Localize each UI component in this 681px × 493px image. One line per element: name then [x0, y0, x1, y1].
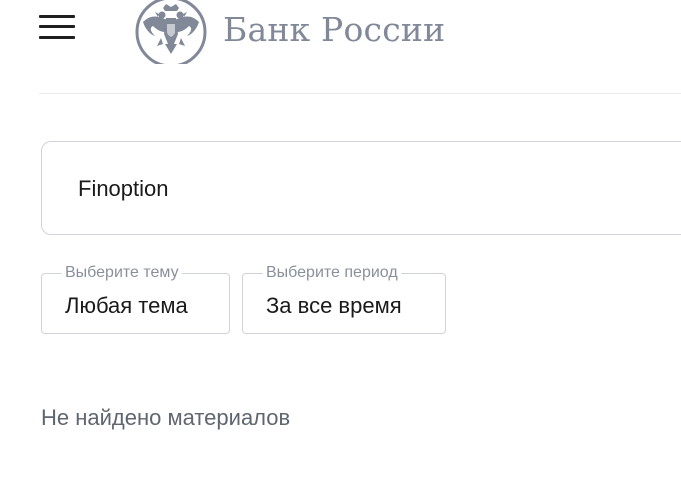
- topic-select-value: Любая тема: [65, 293, 188, 318]
- menu-bar: [39, 15, 75, 18]
- period-select-value: За все время: [266, 293, 402, 318]
- bank-logo-link[interactable]: Банк России: [133, 0, 445, 64]
- menu-bar: [39, 25, 75, 28]
- hamburger-menu-icon[interactable]: [39, 14, 75, 40]
- topic-select[interactable]: Выберите тему Любая тема: [41, 264, 230, 334]
- double-headed-eagle-emblem-icon: [135, 0, 207, 64]
- period-select[interactable]: Выберите период За все время: [242, 264, 446, 334]
- no-results-message: Не найдено материалов: [41, 405, 291, 430]
- topic-select-legend: Выберите тему: [62, 264, 182, 282]
- header-divider: [39, 93, 681, 94]
- period-select-legend: Выберите период: [263, 264, 401, 282]
- page: Банк России Выберите тему Любая тема Выб…: [0, 0, 681, 493]
- menu-bar: [39, 36, 75, 39]
- bank-name-text: Банк России: [223, 9, 446, 49]
- search-box[interactable]: [41, 141, 681, 235]
- search-input[interactable]: [78, 176, 638, 202]
